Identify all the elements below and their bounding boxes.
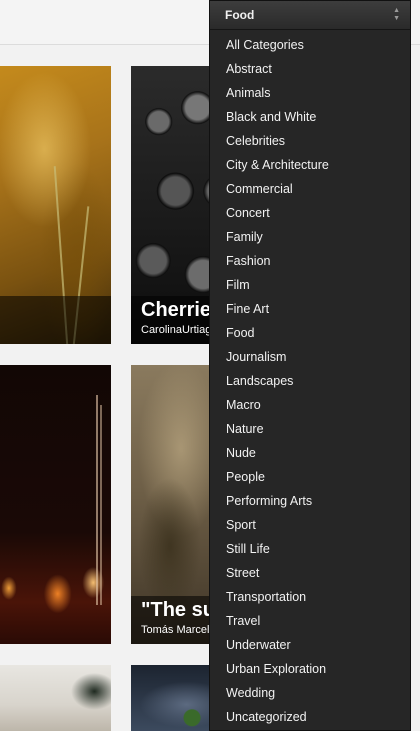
category-option[interactable]: Fashion	[210, 249, 410, 273]
category-option[interactable]: Nature	[210, 417, 410, 441]
category-option[interactable]: Wedding	[210, 681, 410, 705]
photo-title[interactable]: Cherrie	[141, 299, 211, 322]
category-option[interactable]: Still Life	[210, 537, 410, 561]
photo-author[interactable]: Tomás Marceli	[141, 624, 212, 636]
category-option[interactable]: Commercial	[210, 177, 410, 201]
category-option[interactable]: Performing Arts	[210, 489, 410, 513]
photo-image	[0, 365, 111, 644]
category-select[interactable]: Food ▲ ▼	[210, 1, 410, 30]
category-option[interactable]: Urban Exploration	[210, 657, 410, 681]
photo-author[interactable]: CarolinaUrtiaga	[141, 324, 217, 336]
photo-tile[interactable]	[0, 66, 111, 344]
photo-image	[0, 665, 111, 731]
category-option[interactable]: Underwater	[210, 633, 410, 657]
category-option[interactable]: Nude	[210, 441, 410, 465]
category-option[interactable]: Street	[210, 561, 410, 585]
category-option[interactable]: Concert	[210, 201, 410, 225]
category-option[interactable]: City & Architecture	[210, 153, 410, 177]
category-option[interactable]: Travel	[210, 609, 410, 633]
category-option[interactable]: Food	[210, 321, 410, 345]
photo-caption	[0, 296, 111, 344]
category-option[interactable]: Black and White	[210, 105, 410, 129]
category-options-list: All Categories Abstract Animals Black and W…	[210, 33, 410, 729]
category-option[interactable]: Fine Art	[210, 297, 410, 321]
category-option[interactable]: Family	[210, 225, 410, 249]
category-option[interactable]: Sport	[210, 513, 410, 537]
category-option[interactable]: People	[210, 465, 410, 489]
category-option[interactable]: Animals	[210, 81, 410, 105]
category-option[interactable]: Journalism	[210, 345, 410, 369]
photo-tile[interactable]	[0, 365, 111, 644]
sort-arrows-icon: ▲ ▼	[393, 7, 400, 22]
category-option[interactable]: Film	[210, 273, 410, 297]
category-option[interactable]: Celebrities	[210, 129, 410, 153]
photo-tile[interactable]	[0, 665, 111, 731]
category-option[interactable]: Transportation	[210, 585, 410, 609]
category-option[interactable]: Uncategorized	[210, 705, 410, 729]
selected-category: Food	[225, 8, 255, 22]
photo-title[interactable]: "The su	[141, 599, 215, 622]
category-option[interactable]: All Categories	[210, 33, 410, 57]
category-dropdown[interactable]: Food ▲ ▼ All Categories Abstract Animals Bla…	[209, 0, 411, 731]
category-option[interactable]: Landscapes	[210, 369, 410, 393]
category-option[interactable]: Abstract	[210, 57, 410, 81]
category-option[interactable]: Macro	[210, 393, 410, 417]
